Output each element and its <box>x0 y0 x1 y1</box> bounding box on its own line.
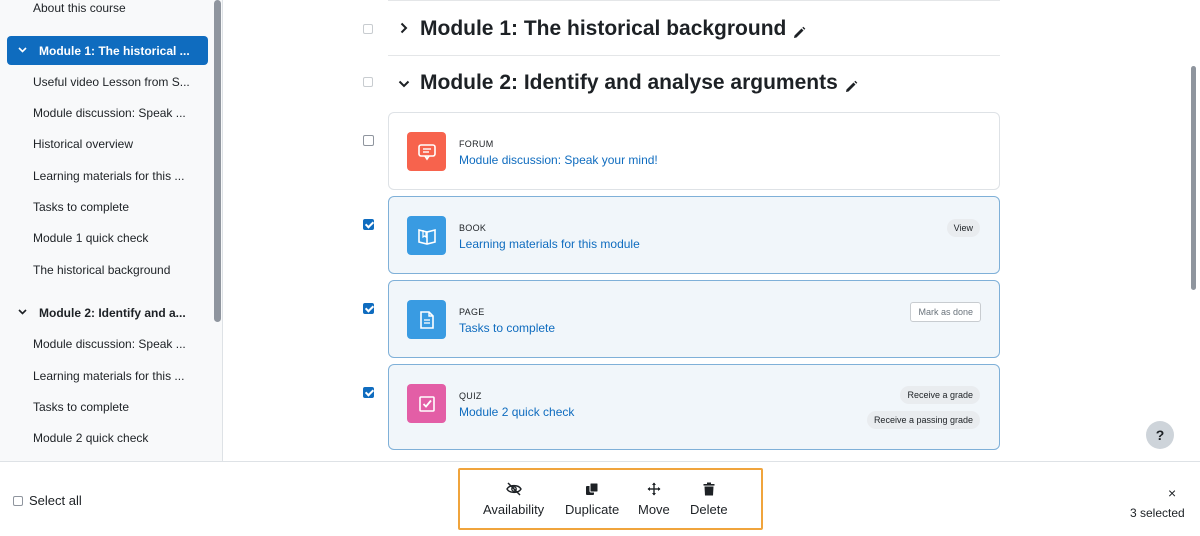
sidebar-item-discussion[interactable]: Module discussion: Speak ... <box>33 106 186 120</box>
pencil-icon[interactable] <box>844 76 858 92</box>
delete-label: Delete <box>690 502 728 517</box>
activity-checkbox[interactable] <box>363 219 374 230</box>
trash-icon <box>703 482 715 496</box>
activity-checkbox[interactable] <box>363 303 374 314</box>
page-icon <box>407 300 446 339</box>
select-all-label: Select all <box>29 493 82 508</box>
activity-card-book[interactable]: BOOK Learning materials for this module … <box>388 196 1000 274</box>
sidebar-item-tasks[interactable]: Tasks to complete <box>33 400 129 414</box>
sidebar-item-quick-check[interactable]: Module 2 quick check <box>33 431 148 445</box>
checkbox[interactable] <box>13 495 23 506</box>
activity-checkbox[interactable] <box>363 387 374 398</box>
main-scrollbar[interactable] <box>1191 66 1196 290</box>
sidebar-item-discussion[interactable]: Module discussion: Speak ... <box>33 337 186 351</box>
section-checkbox[interactable] <box>363 77 373 87</box>
book-icon <box>407 216 446 255</box>
move-arrows-icon <box>647 482 661 496</box>
sidebar-section-label: Module 2: Identify and a... <box>39 305 186 320</box>
section-title[interactable]: Module 2: Identify and analyse arguments <box>420 71 838 95</box>
selected-count: 3 selected <box>1130 506 1185 520</box>
sidebar-section-module-2[interactable]: Module 2: Identify and a... <box>7 298 208 327</box>
completion-badge: Receive a grade <box>900 386 980 404</box>
pencil-icon[interactable] <box>792 22 806 38</box>
sidebar-item-learning-materials[interactable]: Learning materials for this ... <box>33 169 184 183</box>
help-button[interactable]: ? <box>1146 421 1174 449</box>
delete-button[interactable]: Delete <box>690 482 728 517</box>
activity-link[interactable]: Module discussion: Speak your mind! <box>459 153 658 167</box>
sidebar-section-module-1[interactable]: Module 1: The historical ... <box>7 36 208 65</box>
duplicate-label: Duplicate <box>565 502 620 517</box>
move-button[interactable]: Move <box>638 482 670 517</box>
availability-button[interactable]: Availability <box>483 482 544 517</box>
activity-type: FORUM <box>459 139 494 149</box>
sidebar-item-historical-background[interactable]: The historical background <box>33 263 170 277</box>
chevron-down-icon[interactable] <box>15 307 29 318</box>
close-icon[interactable]: × <box>1168 485 1176 501</box>
chevron-down-icon[interactable] <box>394 75 414 92</box>
copy-icon <box>586 482 599 495</box>
mark-as-done-button[interactable]: Mark as done <box>910 302 981 322</box>
sidebar-item-tasks[interactable]: Tasks to complete <box>33 200 129 214</box>
eye-slash-icon <box>505 482 522 496</box>
activity-type: QUIZ <box>459 391 482 401</box>
sidebar-item-historical-overview[interactable]: Historical overview <box>33 137 133 151</box>
activity-link[interactable]: Tasks to complete <box>459 321 555 335</box>
activity-type: BOOK <box>459 223 487 233</box>
chevron-down-icon[interactable] <box>15 45 29 56</box>
quiz-icon <box>407 384 446 423</box>
duplicate-button[interactable]: Duplicate <box>565 482 619 517</box>
completion-badge: Receive a passing grade <box>866 411 980 429</box>
sidebar-item-quick-check[interactable]: Module 1 quick check <box>33 231 148 245</box>
divider <box>388 55 1000 56</box>
sidebar-item-about[interactable]: About this course <box>33 1 126 15</box>
section-header-module-1[interactable]: Module 1: The historical background <box>394 17 806 41</box>
section-checkbox[interactable] <box>363 24 373 34</box>
activity-card-page[interactable]: PAGE Tasks to complete Mark as done <box>388 280 1000 358</box>
select-all-checkbox[interactable]: Select all <box>13 493 82 508</box>
availability-label: Availability <box>483 502 545 517</box>
section-header-module-2[interactable]: Module 2: Identify and analyse arguments <box>394 71 858 95</box>
move-label: Move <box>638 502 670 517</box>
forum-icon <box>407 132 446 171</box>
section-title[interactable]: Module 1: The historical background <box>420 17 786 41</box>
chevron-right-icon[interactable] <box>394 21 414 38</box>
sidebar-item-video[interactable]: Useful video Lesson from S... <box>33 75 190 89</box>
sidebar-section-label: Module 1: The historical ... <box>39 43 190 58</box>
course-index-sidebar: About this course Module 1: The historic… <box>0 0 223 461</box>
activity-type: PAGE <box>459 307 485 317</box>
bulk-edit-toolbar: Select all Availability Duplicate Move D… <box>0 461 1200 536</box>
activity-card-quiz[interactable]: QUIZ Module 2 quick check Receive a grad… <box>388 364 1000 450</box>
activity-link[interactable]: Module 2 quick check <box>459 405 574 419</box>
sidebar-scrollbar[interactable] <box>214 0 221 322</box>
activity-checkbox[interactable] <box>363 135 374 146</box>
divider <box>388 0 1000 1</box>
activity-link[interactable]: Learning materials for this module <box>459 237 640 251</box>
activity-card-forum[interactable]: FORUM Module discussion: Speak your mind… <box>388 112 1000 190</box>
sidebar-item-learning-materials[interactable]: Learning materials for this ... <box>33 369 184 383</box>
completion-badge: View <box>946 219 980 237</box>
